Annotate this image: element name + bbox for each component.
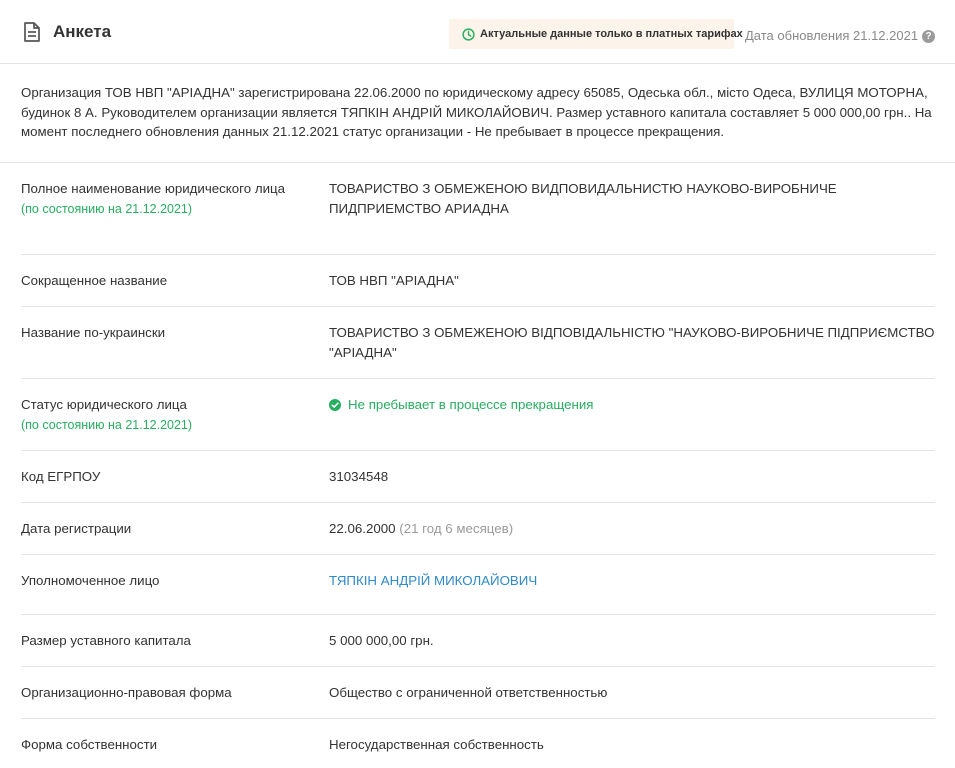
row-sublabel: (по состоянию на 21.12.2021): [21, 418, 193, 432]
row-label: Размер уставного капитала: [21, 633, 191, 648]
authorized-person-link[interactable]: ТЯПКІН АНДРІЙ МИКОЛАЙОВИЧ: [329, 573, 537, 588]
table-row-egrpou: Код ЕГРПОУ 31034548: [21, 451, 935, 503]
registration-age: (21 год 6 месяцев): [399, 521, 514, 536]
row-label: Уполномоченное лицо: [21, 573, 160, 588]
row-label-text: Статус юридического лица: [21, 397, 187, 412]
table-row-status: Статус юридического лица (по состоянию н…: [21, 379, 935, 451]
table-row-legal-form: Организационно-правовая форма Общество с…: [21, 667, 935, 719]
row-value: Общество с ограниченной ответственностью: [329, 685, 608, 700]
row-label: Дата регистрации: [21, 521, 132, 536]
notice-text: Актуальные данные только в платных тариф…: [480, 28, 743, 40]
row-label: Форма собственности: [21, 737, 158, 752]
check-circle-icon: [329, 399, 341, 411]
update-date: Дата обновления 21.12.2021: [745, 28, 919, 43]
row-value: 5 000 000,00 грн.: [329, 633, 434, 648]
row-value: Негосударственная собственность: [329, 737, 544, 752]
table-row-authorized-person: Уполномоченное лицо ТЯПКІН АНДРІЙ МИКОЛА…: [21, 555, 935, 615]
table-row-ukrainian-name: Название по-украински ТОВАРИСТВО З ОБМЕЖ…: [21, 307, 935, 379]
organization-summary: Организация ТОВ НВП "АРІАДНА" зарегистри…: [21, 85, 932, 139]
row-label: Статус юридического лица (по состоянию н…: [21, 395, 291, 435]
status-text: Не пребывает в процессе прекращения: [348, 397, 594, 412]
row-label: Организационно-правовая форма: [21, 685, 232, 700]
page: Анкета Актуальные данные только в платны…: [0, 0, 955, 768]
row-value: 22.06.2000 (21 год 6 месяцев): [329, 519, 935, 539]
document-icon: [24, 22, 40, 42]
row-label-text: Полное наименование юридического лица: [21, 181, 286, 196]
row-value: ТОВАРИСТВО З ОБМЕЖЕНОЮ ВІДПОВІДАЛЬНІСТЮ …: [329, 325, 935, 360]
card-header: Анкета Актуальные данные только в платны…: [0, 0, 955, 64]
page-title: Анкета: [53, 22, 112, 41]
registration-date: 22.06.2000: [329, 521, 396, 536]
table-row-short-name: Сокращенное название ТОВ НВП "АРІАДНА": [21, 255, 935, 307]
row-value: ТОВАРИСТВО З ОБМЕЖЕНОЮ ВИДПОВИДАЛЬНИСТЮ …: [329, 181, 837, 216]
row-label: Код ЕГРПОУ: [21, 469, 101, 484]
table-row-full-name: Полное наименование юридического лица (п…: [21, 163, 935, 255]
table-row-capital: Размер уставного капитала 5 000 000,00 г…: [21, 615, 935, 667]
row-label: Полное наименование юридического лица (п…: [21, 179, 291, 219]
table-row-registration-date: Дата регистрации 22.06.2000 (21 год 6 ме…: [21, 503, 935, 555]
row-label: Сокращенное название: [21, 273, 168, 288]
question-icon[interactable]: ?: [922, 30, 935, 43]
paid-tariff-notice[interactable]: Актуальные данные только в платных тариф…: [449, 19, 743, 49]
row-label: Название по-украински: [21, 325, 166, 340]
row-value: 31034548: [329, 469, 389, 484]
row-sublabel: (по состоянию на 21.12.2021): [21, 202, 193, 216]
table-row-ownership-form: Форма собственности Негосударственная со…: [21, 719, 935, 767]
clock-icon: [462, 27, 475, 41]
row-value: ТЯПКІН АНДРІЙ МИКОЛАЙОВИЧ: [329, 571, 935, 591]
row-value: ТОВ НВП "АРІАДНА": [329, 273, 459, 288]
details-table: Полное наименование юридического лица (п…: [21, 163, 935, 767]
status-value: Не пребывает в процессе прекращения: [329, 395, 935, 415]
